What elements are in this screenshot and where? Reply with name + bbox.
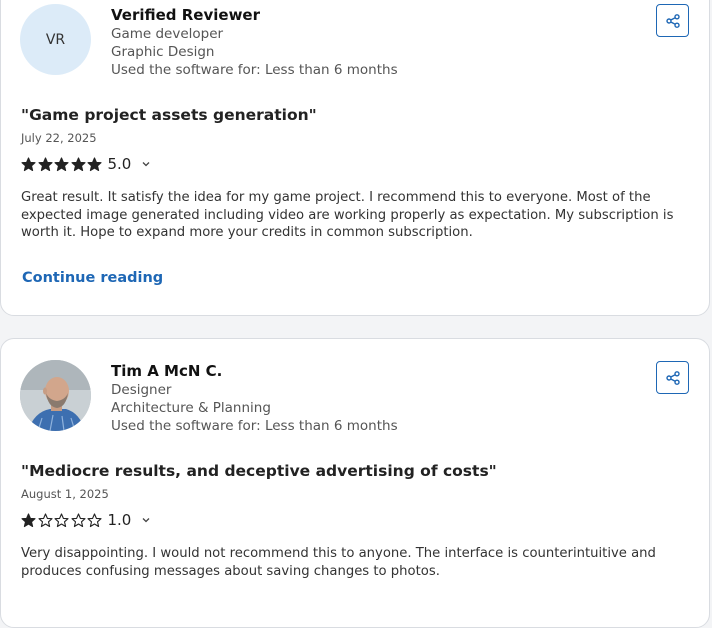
rating-stars bbox=[21, 156, 104, 172]
review-date: August 1, 2025 bbox=[21, 487, 109, 501]
reviewer-name: Verified Reviewer bbox=[111, 6, 260, 24]
share-icon bbox=[665, 13, 680, 28]
avatar bbox=[20, 360, 91, 431]
star-filled-icon bbox=[87, 156, 102, 171]
rating-value: 5.0 bbox=[107, 155, 132, 173]
review-title: "Mediocre results, and deceptive adverti… bbox=[21, 462, 497, 480]
share-button[interactable] bbox=[656, 4, 689, 37]
star-filled-icon bbox=[37, 156, 53, 171]
star-filled-icon bbox=[21, 156, 36, 171]
review-title: "Game project assets generation" bbox=[21, 106, 317, 124]
reviewer-role: Designer bbox=[111, 382, 172, 398]
person-photo bbox=[20, 360, 91, 431]
star-filled-icon bbox=[54, 156, 69, 171]
star-outline-icon bbox=[37, 512, 53, 527]
reviewer-industry: Graphic Design bbox=[111, 44, 215, 60]
continue-reading-link[interactable]: Continue reading bbox=[22, 270, 163, 286]
share-button[interactable] bbox=[656, 361, 689, 394]
rating-value: 1.0 bbox=[107, 511, 132, 529]
reviewer-role: Game developer bbox=[111, 26, 224, 42]
review-body: Very disappointing. I would not recommen… bbox=[21, 546, 656, 579]
avatar-initials: VR bbox=[45, 31, 66, 48]
reviewer-industry: Architecture & Planning bbox=[111, 400, 271, 416]
share-icon bbox=[665, 370, 680, 385]
reviewer-name: Tim A McN C. bbox=[111, 362, 223, 380]
star-rating[interactable]: 1.0 bbox=[21, 511, 151, 529]
review-body: Great result. It satisfy the idea for my… bbox=[21, 190, 674, 240]
star-filled-icon bbox=[21, 512, 36, 527]
rating-stars bbox=[21, 512, 104, 528]
reviewer-info: Tim A McN C. Designer Architecture & Pla… bbox=[111, 361, 398, 435]
star-outline-icon bbox=[70, 512, 86, 527]
review-card: VR Verified Reviewer Game developer Grap… bbox=[0, 0, 710, 316]
star-filled-icon bbox=[70, 156, 86, 171]
star-rating[interactable]: 5.0 bbox=[21, 155, 151, 173]
avatar: VR bbox=[20, 4, 91, 75]
reviewer-usage: Used the software for: Less than 6 month… bbox=[111, 62, 398, 78]
star-outline-icon bbox=[87, 512, 102, 527]
chevron-down-icon[interactable] bbox=[141, 159, 151, 169]
reviewer-usage: Used the software for: Less than 6 month… bbox=[111, 418, 398, 434]
review-date: July 22, 2025 bbox=[21, 131, 97, 145]
chevron-down-icon[interactable] bbox=[141, 515, 151, 525]
star-outline-icon bbox=[54, 512, 69, 527]
reviewer-info: Verified Reviewer Game developer Graphic… bbox=[111, 5, 398, 79]
review-card: Tim A McN C. Designer Architecture & Pla… bbox=[0, 338, 710, 628]
